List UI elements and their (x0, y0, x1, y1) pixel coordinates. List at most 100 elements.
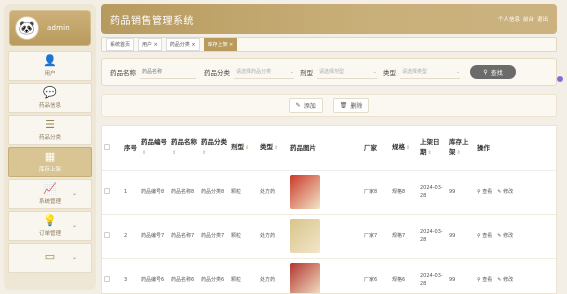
cell-spec: 规格7 (390, 214, 418, 259)
sort-icon[interactable]: ⇕ (457, 150, 461, 156)
logout-link[interactable]: 退出 (537, 15, 548, 23)
tab-3[interactable]: 库存上架 × (203, 38, 238, 51)
sidebar-item-label: 库存上架 (38, 167, 61, 173)
sidebar-item-6[interactable]: ▭ ⌄ (8, 243, 92, 273)
column-header[interactable]: 药品分类 ⇕ (199, 126, 229, 171)
edit-button[interactable]: ✎ 修改 (497, 276, 513, 284)
profile-link[interactable]: 个人信息 (498, 15, 520, 23)
medicine-image[interactable] (290, 219, 320, 253)
user-icon: 👤 (43, 54, 57, 67)
cell-type: 处方药 (258, 170, 288, 215)
table-header-row: 序号 药品编号⇕ 药品名称⇕ 药品分类⇕ 剂型⇕ 类型⇕ 药品图片 厂家 规格⇕ 上架日期⇕ 库存上… (102, 126, 556, 171)
column-header: 序号 (122, 126, 139, 171)
cell-image (288, 214, 362, 259)
avatar[interactable]: 🐼 (15, 16, 39, 40)
sidebar-item-1[interactable]: 💬 药品信息 (8, 83, 92, 113)
edit-button[interactable]: ✎ 修改 (497, 232, 513, 240)
delete-button-label: 删除 (350, 103, 363, 110)
sidebar-item-0[interactable]: 👤 用户 (8, 51, 92, 81)
column-header[interactable]: 上架日期⇕ (418, 126, 447, 171)
column-header[interactable]: 规格⇕ (390, 126, 418, 171)
view-button[interactable]: ⚲ 查看 (477, 232, 492, 240)
category-select[interactable]: 请选择药品分类 ⌄ (234, 66, 294, 79)
row-actions: ⚲ 查看 ✎ 修改 (477, 232, 556, 240)
edit-button[interactable]: ✎ 修改 (497, 188, 513, 196)
column-header[interactable]: 剂型⇕ (229, 126, 258, 171)
select-all-checkbox[interactable] (104, 143, 110, 150)
tab-1[interactable]: 用户 × (138, 38, 162, 51)
cell-idx: 2 (122, 214, 139, 259)
data-table: 序号 药品编号⇕ 药品名称⇕ 药品分类⇕ 剂型⇕ 类型⇕ 药品图片 厂家 规格⇕ 上架日期⇕ 库存上… (101, 125, 557, 294)
sort-icon[interactable]: ⇕ (245, 145, 249, 151)
add-button[interactable]: ✎ 添加 (288, 98, 323, 113)
bulb-icon: 💡 (43, 214, 57, 227)
sort-icon[interactable]: ⇕ (202, 150, 206, 156)
cell-actions: ⚲ 查看 ✎ 修改 (475, 214, 556, 259)
column-header-label: 规格 (392, 143, 405, 152)
search-panel: 药品名称 药品分类 请选择药品分类 ⌄ 剂型 请选择剂型 ⌄ 类型 请选择类型 ⌄ ⚲… (101, 58, 557, 86)
column-header: 操作 (475, 126, 556, 171)
chevron-down-icon: ⌄ (289, 68, 294, 75)
type-placeholder: 请选择类型 (402, 69, 428, 75)
cell-stock: 99 (447, 214, 475, 259)
sidebar-item-4[interactable]: 📈 系统管理 ⌄ (8, 179, 92, 209)
row-actions: ⚲ 查看 ✎ 修改 (477, 276, 556, 284)
row-select-cell (102, 258, 122, 293)
add-button-label: 添加 (303, 103, 316, 110)
cell-image (288, 258, 362, 293)
grid-icon: ▦ (44, 150, 56, 163)
form-select[interactable]: 请选择剂型 ⌄ (317, 66, 377, 79)
medicine-image[interactable] (290, 263, 320, 293)
sort-icon[interactable]: ⇕ (142, 150, 146, 156)
cell-vendor: 厂家8 (362, 170, 390, 215)
cell-type: 处方药 (258, 258, 288, 293)
header-links: 个人信息 前台 退出 (498, 15, 548, 23)
cell-idx: 3 (122, 258, 139, 293)
column-header[interactable]: 药品编号 ⇕ (139, 126, 169, 171)
form-placeholder: 请选择剂型 (319, 69, 345, 75)
sidebar-item-5[interactable]: 💡 订单管理 ⌄ (8, 211, 92, 241)
row-checkbox[interactable] (104, 231, 110, 238)
table-row[interactable]: 3 药品编号6 药品名称6 药品分类6 颗粒 处方药 厂家6 规格6 2024-03-28 99 ⚲… (102, 258, 556, 293)
column-header-label: 操作 (477, 143, 490, 152)
search-button[interactable]: ⚲ 查找 (470, 65, 516, 79)
edit-label: 修改 (503, 189, 514, 195)
table-row[interactable]: 2 药品编号7 药品名称7 药品分类7 颗粒 处方药 厂家7 规格7 2024-03-28 99 ⚲… (102, 214, 556, 259)
cell-spec: 规格8 (390, 170, 418, 215)
cell-cat: 药品分类8 (199, 170, 229, 215)
sidebar-item-label: 系统管理 (38, 199, 61, 205)
row-select-cell (102, 170, 122, 215)
tab-2[interactable]: 药品分类 × (165, 38, 200, 51)
edit-label: 修改 (503, 277, 514, 283)
view-button[interactable]: ⚲ 查看 (477, 188, 492, 196)
row-checkbox[interactable] (104, 275, 110, 282)
sidebar-item-2[interactable]: ☰ 药品分类 (8, 115, 92, 145)
column-header-label: 药品名称 (171, 138, 197, 147)
sidebar-item-3[interactable]: ▦ 库存上架 (8, 147, 92, 177)
cell-actions: ⚲ 查看 ✎ 修改 (475, 258, 556, 293)
frontend-link[interactable]: 前台 (523, 15, 534, 23)
select-all-header[interactable] (102, 126, 122, 171)
name-input[interactable] (140, 65, 196, 79)
sort-icon[interactable]: ⇕ (172, 150, 176, 156)
row-checkbox[interactable] (104, 187, 110, 194)
column-header[interactable]: 类型⇕ (258, 126, 288, 171)
medicine-image[interactable] (290, 175, 320, 209)
column-header: 药品图片 (288, 126, 362, 171)
sort-icon[interactable]: ⇕ (406, 145, 410, 151)
view-button[interactable]: ⚲ 查看 (477, 276, 492, 284)
delete-button[interactable]: 🗑 删除 (332, 98, 370, 113)
cell-cat: 药品分类6 (199, 258, 229, 293)
chevron-down-icon: ⌄ (71, 254, 77, 261)
type-select[interactable]: 请选择类型 ⌄ (400, 66, 460, 79)
list-icon: ☰ (45, 118, 55, 131)
chart-icon: 📈 (43, 182, 57, 195)
column-header[interactable]: 药品名称 ⇕ (169, 126, 199, 171)
column-header-label: 药品图片 (290, 143, 316, 152)
sort-icon[interactable]: ⇕ (428, 150, 432, 156)
table-row[interactable]: 1 药品编号8 药品名称8 药品分类8 颗粒 处方药 厂家8 规格8 2024-03-28 99 ⚲… (102, 170, 556, 215)
dock-icon[interactable] (557, 76, 563, 82)
tab-0[interactable]: 系统首页 (106, 38, 135, 51)
sort-icon[interactable]: ⇕ (274, 145, 278, 151)
column-header[interactable]: 库存上架⇕ (447, 126, 475, 171)
